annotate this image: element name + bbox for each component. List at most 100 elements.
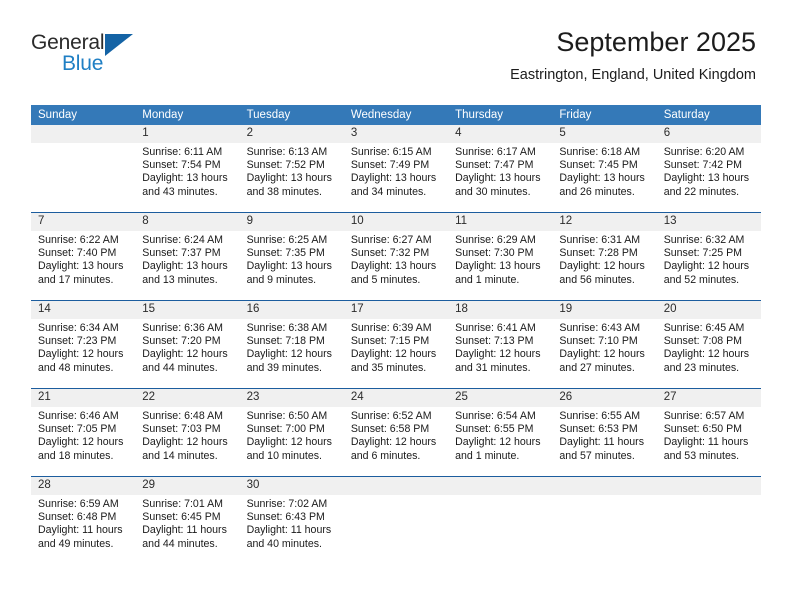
calendar-day-cell[interactable]: 4 Sunrise: 6:17 AM Sunset: 7:47 PM Daylight… — [448, 125, 552, 212]
calendar-day-cell[interactable]: 10 Sunrise: 6:27 AM Sunset: 7:32 PM Dayligh… — [344, 213, 448, 300]
daylight-text-cont: and 38 minutes. — [246, 185, 322, 198]
day-detail-lines: Sunrise: 6:32 AM Sunset: 7:25 PM Daylight:… — [664, 234, 755, 287]
sunset-text: Sunset: 6:58 PM — [350, 423, 430, 436]
day-number: 17 — [350, 303, 364, 315]
calendar-day-cell[interactable]: 6 Sunrise: 6:20 AM Sunset: 7:42 PM Daylight… — [657, 125, 761, 212]
day-number: 14 — [38, 303, 51, 315]
calendar-week-row: 7 Sunrise: 6:22 AM Sunset: 7:40 PM Daylight… — [31, 212, 761, 300]
sunset-text: Sunset: 7:08 PM — [663, 335, 743, 348]
sunset-text: Sunset: 7:45 PM — [559, 159, 638, 172]
calendar-day-cell[interactable]: 19 Sunrise: 6:43 AM Sunset: 7:10 PM Dayligh… — [552, 301, 656, 388]
day-number: 7 — [38, 215, 45, 227]
sunset-text: Sunset: 7:20 PM — [142, 335, 221, 348]
day-detail-lines: Sunrise: 6:25 AM Sunset: 7:35 PM Daylight:… — [247, 234, 338, 287]
sunset-text: Sunset: 7:18 PM — [246, 335, 325, 348]
general-blue-logo[interactable]: General Blue — [31, 31, 171, 79]
sunset-text: Sunset: 7:05 PM — [38, 423, 117, 436]
logo-text-blue: Blue — [62, 52, 104, 75]
daylight-text-cont: and 53 minutes. — [663, 449, 740, 462]
calendar-day-cell[interactable]: 29 Sunrise: 7:01 AM Sunset: 6:45 PM Dayligh… — [135, 477, 239, 564]
page-title: September 2025 — [556, 27, 756, 57]
sunrise-text: Sunrise: 6:57 AM — [663, 410, 745, 422]
calendar-day-cell[interactable]: 22 Sunrise: 6:48 AM Sunset: 7:03 PM Dayligh… — [135, 389, 239, 476]
calendar-day-cell[interactable]: 9 Sunrise: 6:25 AM Sunset: 7:35 PM Daylight… — [240, 213, 344, 300]
daylight-text-cont: and 22 minutes. — [663, 185, 740, 198]
day-number: 18 — [455, 303, 468, 315]
daylight-text: Daylight: 12 hours — [455, 348, 541, 361]
day-detail-lines: Sunrise: 6:29 AM Sunset: 7:30 PM Daylight:… — [455, 234, 546, 287]
daylight-text: Daylight: 11 hours — [663, 436, 749, 449]
calendar-day-cell[interactable]: 14 Sunrise: 6:34 AM Sunset: 7:23 PM Dayligh… — [31, 301, 135, 388]
calendar-day-cell[interactable]: 8 Sunrise: 6:24 AM Sunset: 7:37 PM Daylight… — [135, 213, 239, 300]
calendar-day-cell[interactable]: 28 Sunrise: 6:59 AM Sunset: 6:48 PM Dayligh… — [31, 477, 135, 564]
calendar-day-cell[interactable]: 17 Sunrise: 6:39 AM Sunset: 7:15 PM Dayligh… — [344, 301, 448, 388]
calendar-day-cell[interactable]: 30 Sunrise: 7:02 AM Sunset: 6:43 PM Dayligh… — [240, 477, 344, 564]
daylight-text: Daylight: 11 hours — [38, 524, 123, 537]
daylight-text: Daylight: 12 hours — [663, 348, 750, 361]
daylight-text: Daylight: 12 hours — [38, 348, 124, 361]
calendar-day-cell[interactable]: 3 Sunrise: 6:15 AM Sunset: 7:49 PM Daylight… — [344, 125, 448, 212]
calendar-day-cell[interactable]: 23 Sunrise: 6:50 AM Sunset: 7:00 PM Dayligh… — [240, 389, 344, 476]
sunrise-text: Sunrise: 6:34 AM — [38, 322, 119, 334]
day-number: 29 — [142, 479, 156, 491]
sunrise-text: Sunrise: 6:52 AM — [350, 410, 432, 422]
daylight-text: Daylight: 12 hours — [246, 348, 332, 361]
sunrise-text: Sunrise: 6:45 AM — [663, 322, 745, 334]
calendar-week-row: 21 Sunrise: 6:46 AM Sunset: 7:05 PM Dayligh… — [31, 388, 761, 476]
calendar-day-cell-empty — [344, 477, 448, 564]
weeks-container: 1 Sunrise: 6:11 AM Sunset: 7:54 PM Daylight… — [31, 125, 761, 564]
sunrise-text: Sunrise: 7:01 AM — [142, 498, 223, 510]
calendar-day-cell[interactable]: 11 Sunrise: 6:29 AM Sunset: 7:30 PM Dayligh… — [448, 213, 552, 300]
daylight-text: Daylight: 12 hours — [142, 348, 228, 361]
daylight-text-cont: and 5 minutes. — [350, 273, 421, 286]
calendar-day-cell[interactable]: 12 Sunrise: 6:31 AM Sunset: 7:28 PM Dayligh… — [552, 213, 656, 300]
daylight-text-cont: and 30 minutes. — [455, 185, 531, 198]
sunset-text: Sunset: 6:48 PM — [38, 511, 117, 524]
daylight-text-cont: and 6 minutes. — [350, 449, 421, 462]
sunrise-text: Sunrise: 6:36 AM — [142, 322, 223, 334]
sunset-text: Sunset: 7:32 PM — [350, 247, 430, 260]
calendar-day-cell-empty — [657, 477, 761, 564]
day-detail-lines: Sunrise: 6:39 AM Sunset: 7:15 PM Daylight:… — [351, 322, 442, 375]
calendar-day-cell[interactable]: 25 Sunrise: 6:54 AM Sunset: 6:55 PM Dayligh… — [448, 389, 552, 476]
day-number: 25 — [455, 391, 468, 403]
calendar-grid: Sunday Monday Tuesday Wednesday Thursday… — [31, 105, 761, 564]
sunrise-text: Sunrise: 6:11 AM — [142, 146, 223, 158]
calendar-day-cell[interactable]: 1 Sunrise: 6:11 AM Sunset: 7:54 PM Daylight… — [135, 125, 239, 212]
calendar-day-cell[interactable]: 20 Sunrise: 6:45 AM Sunset: 7:08 PM Dayligh… — [657, 301, 761, 388]
calendar-day-cell[interactable]: 24 Sunrise: 6:52 AM Sunset: 6:58 PM Dayligh… — [344, 389, 448, 476]
calendar-day-cell[interactable]: 21 Sunrise: 6:46 AM Sunset: 7:05 PM Dayligh… — [31, 389, 135, 476]
sunset-text: Sunset: 7:47 PM — [455, 159, 534, 172]
logo-triangle-icon — [105, 34, 133, 56]
calendar-day-cell-empty — [552, 477, 656, 564]
day-number: 8 — [142, 215, 149, 227]
day-number: 3 — [350, 127, 358, 139]
sunset-text: Sunset: 7:03 PM — [142, 423, 221, 436]
calendar-day-cell[interactable]: 18 Sunrise: 6:41 AM Sunset: 7:13 PM Dayligh… — [448, 301, 552, 388]
day-number: 15 — [142, 303, 156, 315]
calendar-day-cell[interactable]: 15 Sunrise: 6:36 AM Sunset: 7:20 PM Dayligh… — [135, 301, 239, 388]
day-number: 9 — [246, 215, 253, 227]
calendar-page: General Blue September 2025 Eastrington,… — [0, 0, 792, 612]
calendar-day-cell[interactable]: 2 Sunrise: 6:13 AM Sunset: 7:52 PM Daylight… — [240, 125, 344, 212]
sunrise-text: Sunrise: 6:17 AM — [455, 146, 536, 158]
calendar-day-cell[interactable]: 5 Sunrise: 6:18 AM Sunset: 7:45 PM Daylight… — [552, 125, 656, 212]
calendar-day-cell[interactable]: 27 Sunrise: 6:57 AM Sunset: 6:50 PM Dayligh… — [657, 389, 761, 476]
sunrise-text: Sunrise: 6:50 AM — [246, 410, 328, 422]
day-number: 22 — [142, 391, 156, 403]
calendar-week-row: 28 Sunrise: 6:59 AM Sunset: 6:48 PM Dayligh… — [31, 476, 761, 564]
day-number: 27 — [663, 391, 677, 403]
calendar-day-cell[interactable]: 7 Sunrise: 6:22 AM Sunset: 7:40 PM Daylight… — [31, 213, 135, 300]
calendar-week-cells: 21 Sunrise: 6:46 AM Sunset: 7:05 PM Dayligh… — [31, 389, 761, 476]
calendar-day-cell[interactable]: 16 Sunrise: 6:38 AM Sunset: 7:18 PM Dayligh… — [240, 301, 344, 388]
calendar-day-cell[interactable]: 26 Sunrise: 6:55 AM Sunset: 6:53 PM Dayligh… — [552, 389, 656, 476]
sunrise-text: Sunrise: 6:39 AM — [350, 322, 432, 334]
calendar-week-row: 14 Sunrise: 6:34 AM Sunset: 7:23 PM Dayligh… — [31, 300, 761, 388]
calendar-week-cells: 28 Sunrise: 6:59 AM Sunset: 6:48 PM Dayligh… — [31, 477, 761, 564]
day-number: 12 — [559, 215, 573, 227]
daylight-text-cont: and 17 minutes. — [38, 273, 114, 286]
daylight-text-cont: and 39 minutes. — [246, 361, 322, 374]
daylight-text-cont: and 9 minutes. — [246, 273, 317, 286]
calendar-day-cell[interactable]: 13 Sunrise: 6:32 AM Sunset: 7:25 PM Dayligh… — [657, 213, 761, 300]
sunrise-text: Sunrise: 6:59 AM — [38, 498, 119, 510]
